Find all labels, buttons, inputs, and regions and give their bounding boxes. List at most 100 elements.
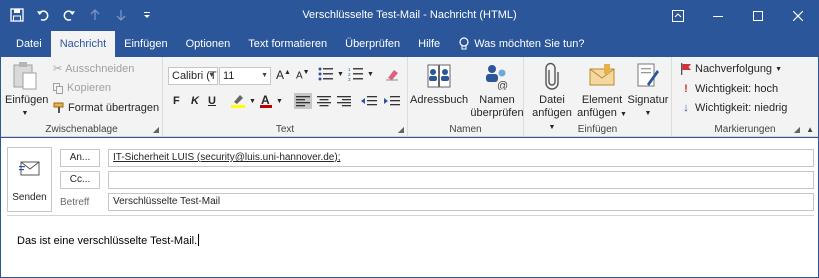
underline-button[interactable]: U	[208, 95, 216, 107]
group-insert: Datei anfügen ▼ Element anfügen ▼ Signat…	[524, 57, 672, 137]
address-book-button[interactable]: Adressbuch	[410, 60, 468, 107]
chevron-down-icon: ▼	[337, 70, 344, 78]
compose-area: Senden An... Cc... Betreff IT-Sicherheit…	[1, 138, 818, 277]
window-controls	[658, 1, 818, 31]
signature-button[interactable]: Signatur ▼	[626, 60, 670, 120]
svg-text:A: A	[261, 93, 270, 107]
message-body-text: Das ist eine verschlüsselte Test-Mail.	[17, 235, 198, 247]
dialog-launcher-icon[interactable]: ◢	[794, 125, 800, 134]
high-importance-button[interactable]: ! Wichtigkeit: hoch	[680, 83, 778, 95]
arrow-up-icon[interactable]	[87, 7, 103, 23]
chevron-down-icon: ▼	[775, 65, 782, 73]
tell-me-box[interactable]: Was möchten Sie tun?	[449, 31, 593, 57]
low-importance-button[interactable]: ↓ Wichtigkeit: niedrig	[680, 102, 787, 114]
to-field[interactable]: IT-Sicherheit LUIS (security@luis.uni-ha…	[108, 149, 814, 167]
signature-icon	[632, 60, 664, 92]
tab-text-formatieren[interactable]: Text formatieren	[239, 31, 336, 57]
copy-button[interactable]: Kopieren	[53, 82, 111, 94]
tab-hilfe[interactable]: Hilfe	[409, 31, 449, 57]
clipboard-icon	[9, 60, 41, 92]
save-icon[interactable]	[9, 7, 25, 23]
align-right-icon	[337, 95, 351, 107]
send-button[interactable]: Senden	[7, 147, 52, 212]
chevron-down-icon: ▼	[276, 97, 283, 105]
arrow-down-icon: ↓	[683, 102, 689, 114]
chevron-down-icon: ▼	[208, 72, 215, 79]
ribbon-display-options-icon[interactable]	[658, 1, 698, 31]
minimize-icon[interactable]	[698, 1, 738, 31]
bullets-button[interactable]: ▼	[318, 67, 344, 81]
check-names-label-1: Namen	[479, 94, 515, 106]
font-size-value: 11	[223, 70, 235, 82]
paste-button[interactable]: Einfügen ▼	[5, 60, 48, 120]
text-cursor	[198, 234, 200, 246]
shrink-font-button[interactable]: A▼	[296, 69, 310, 81]
to-button[interactable]: An...	[60, 149, 100, 167]
dialog-launcher-icon[interactable]: ◢	[398, 125, 404, 134]
tab-nachricht[interactable]: Nachricht	[50, 31, 116, 57]
grow-font-icon: A▲	[276, 68, 291, 82]
format-painter-button[interactable]: Format übertragen	[53, 102, 159, 114]
highlighter-icon	[230, 93, 246, 109]
signature-label: Signatur	[627, 94, 669, 106]
lightbulb-icon	[458, 37, 470, 51]
numbered-list-icon: 123	[348, 67, 364, 81]
check-names-label-2: überprüfen	[470, 107, 524, 119]
attach-item-button[interactable]: Element anfügen ▼	[577, 60, 627, 121]
highlight-button[interactable]: ▼	[230, 93, 256, 109]
chevron-down-icon: ▼	[644, 110, 652, 117]
arrow-down-icon[interactable]	[113, 7, 129, 23]
align-center-button[interactable]	[317, 95, 331, 107]
cut-button[interactable]: ✂ Ausschneiden	[53, 62, 135, 76]
svg-text:@: @	[497, 80, 508, 90]
grow-font-button[interactable]: A▲	[276, 68, 291, 82]
address-book-icon	[423, 60, 455, 92]
align-left-button[interactable]	[294, 93, 312, 109]
bold-button[interactable]: F	[173, 95, 180, 107]
dialog-launcher-icon[interactable]: ◢	[153, 125, 159, 134]
message-body[interactable]: Das ist eine verschlüsselte Test-Mail.	[17, 234, 200, 247]
maximize-icon[interactable]	[738, 1, 778, 31]
tab-datei[interactable]: Datei	[7, 31, 51, 57]
subject-field[interactable]: Verschlüsselte Test-Mail	[108, 193, 814, 211]
tab-einfuegen[interactable]: Einfügen	[115, 31, 176, 57]
follow-up-button[interactable]: Nachverfolgung ▼	[680, 63, 782, 75]
send-icon	[19, 160, 41, 178]
check-names-button[interactable]: @ Namen überprüfen	[470, 60, 524, 120]
tab-ueberpruefen[interactable]: Überprüfen	[336, 31, 409, 57]
collapse-ribbon-icon[interactable]: ▲	[806, 125, 814, 134]
cc-button[interactable]: Cc...	[60, 171, 100, 189]
attach-file-label-1: Datei	[539, 94, 565, 106]
ribbon-tabs: Datei Nachricht Einfügen Optionen Text f…	[1, 31, 818, 57]
undo-icon[interactable]	[35, 7, 51, 23]
shrink-font-icon: A▼	[296, 69, 310, 82]
attach-item-label-2: anfügen ▼	[577, 107, 627, 119]
clear-formatting-button[interactable]	[385, 67, 399, 81]
font-color-button[interactable]: A ▼	[259, 93, 283, 109]
decrease-indent-button[interactable]	[361, 95, 377, 107]
increase-indent-button[interactable]	[384, 95, 400, 107]
attach-file-button[interactable]: Datei anfügen ▼	[528, 60, 576, 134]
font-size-combo[interactable]: 11 ▼	[219, 67, 271, 85]
group-names: Adressbuch @ Namen überprüfen Namen	[408, 57, 524, 137]
font-color-icon: A	[259, 93, 273, 109]
close-icon[interactable]	[778, 1, 818, 31]
redo-icon[interactable]	[61, 7, 77, 23]
tab-optionen[interactable]: Optionen	[177, 31, 240, 57]
increase-indent-icon	[384, 95, 400, 107]
cut-label: Ausschneiden	[65, 62, 135, 75]
font-name-combo[interactable]: Calibri (T ▼	[168, 67, 218, 85]
numbering-button[interactable]: 123 ▼	[348, 67, 374, 81]
cc-field[interactable]	[108, 171, 814, 189]
outlook-message-window: Verschlüsselte Test-Mail - Nachricht (HT…	[0, 0, 819, 278]
group-text: Calibri (T ▼ 11 ▼ A▲ A▼ ▼ 123 ▼ F K U ▼ …	[163, 57, 408, 137]
customize-toolbar-icon[interactable]	[139, 7, 155, 23]
clear-formatting-icon	[385, 67, 399, 81]
attach-item-label-1: Element	[581, 94, 623, 106]
italic-button[interactable]: K	[191, 95, 199, 107]
align-left-icon	[296, 95, 310, 107]
check-names-icon: @	[481, 60, 513, 92]
to-recipient[interactable]: IT-Sicherheit LUIS (security@luis.uni-ha…	[113, 152, 340, 163]
align-right-button[interactable]	[337, 95, 351, 107]
follow-up-label: Nachverfolgung	[695, 63, 773, 75]
